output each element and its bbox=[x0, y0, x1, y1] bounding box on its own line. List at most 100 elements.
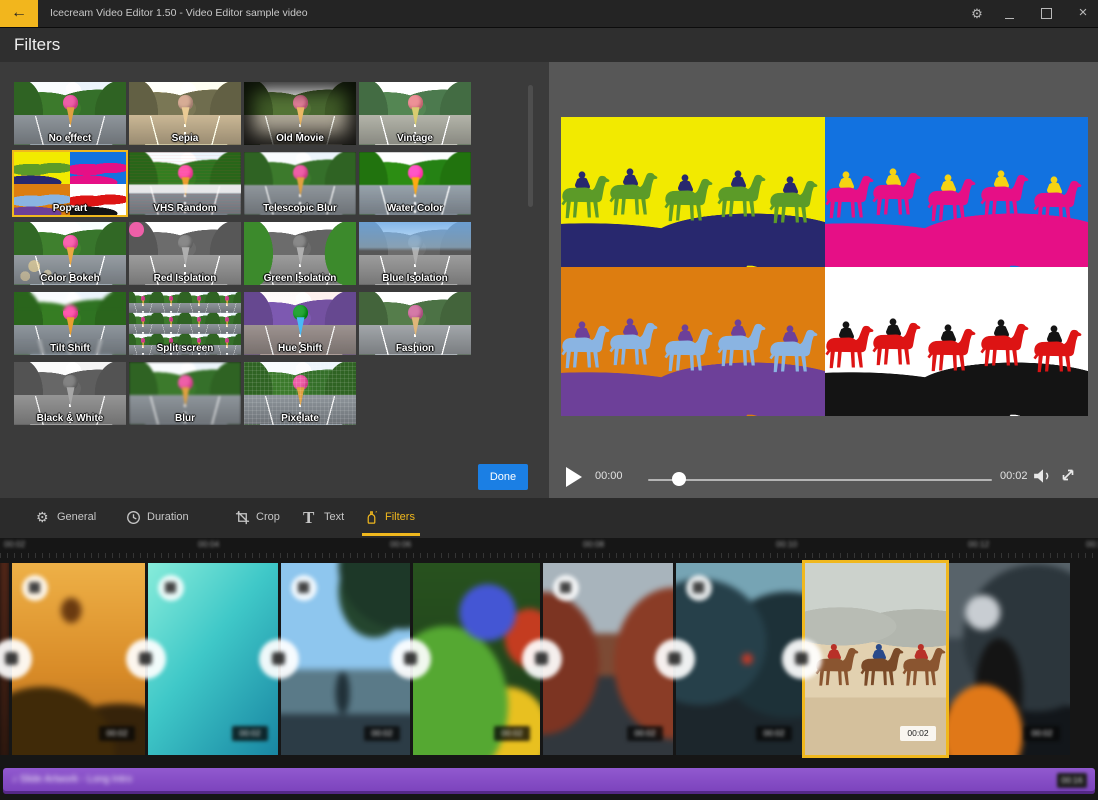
tab-label: Duration bbox=[147, 511, 189, 523]
filter-thumb-telescopic[interactable]: Telescopic Blur bbox=[244, 152, 356, 215]
clip-filter-badge[interactable] bbox=[291, 575, 317, 601]
badge-glyph bbox=[165, 582, 176, 593]
icecream-cone bbox=[198, 300, 200, 306]
clip-filter-badge[interactable] bbox=[553, 575, 579, 601]
minimize-button[interactable] bbox=[1000, 5, 1018, 22]
seek-knob[interactable] bbox=[672, 472, 686, 486]
icecream-cone bbox=[411, 107, 420, 126]
transition-glyph bbox=[5, 652, 18, 665]
filter-thumb-fashion[interactable]: Fashion bbox=[359, 292, 471, 355]
back-button[interactable]: ← bbox=[0, 0, 38, 27]
filter-thumb-vhs[interactable]: VHS Random bbox=[129, 152, 241, 215]
active-tab-underline bbox=[362, 533, 420, 536]
timeline-clip-monk[interactable]: 00:02 bbox=[949, 563, 1070, 755]
filter-label: Tilt Shift bbox=[14, 343, 126, 354]
tab-label: Filters bbox=[385, 511, 415, 523]
filter-thumb-blur[interactable]: Blur bbox=[129, 362, 241, 425]
maximize-button[interactable] bbox=[1037, 5, 1055, 22]
red-isolation-accent bbox=[129, 222, 144, 237]
scrollbar-thumb[interactable] bbox=[528, 85, 533, 207]
badge-glyph bbox=[298, 582, 309, 593]
app-window: ← Icecream Video Editor 1.50 - Video Edi… bbox=[0, 0, 1098, 800]
split-cell bbox=[213, 313, 241, 334]
split-cell bbox=[129, 313, 157, 334]
timeline-clip-canyon-road[interactable]: 00:02 bbox=[543, 563, 673, 755]
clip-duration-badge: 00:02 bbox=[232, 726, 268, 741]
tilt-blur-top bbox=[14, 292, 126, 311]
filter-thumb-bw[interactable]: Black & White bbox=[14, 362, 126, 425]
filter-thumb-vintage[interactable]: Vintage bbox=[359, 82, 471, 145]
clip-duration-badge: 00:02 bbox=[364, 726, 400, 741]
tab-duration[interactable]: Duration bbox=[126, 506, 189, 528]
transition-button[interactable] bbox=[391, 639, 431, 679]
icecream-cone bbox=[181, 247, 190, 266]
transition-button[interactable] bbox=[782, 639, 822, 679]
filter-thumb-tilt[interactable]: Tilt Shift bbox=[14, 292, 126, 355]
tab-crop[interactable]: Crop bbox=[235, 506, 280, 528]
settings-gear-icon[interactable]: ⚙ bbox=[968, 5, 986, 22]
clip-duration-badge: 00:02 bbox=[1024, 726, 1060, 741]
clip-filter-badge[interactable] bbox=[22, 575, 48, 601]
fullscreen-icon[interactable] bbox=[1059, 466, 1077, 484]
volume-icon[interactable] bbox=[1033, 468, 1053, 484]
filter-label: Split screen bbox=[129, 343, 241, 354]
tab-label: Crop bbox=[256, 511, 280, 523]
filter-thumb-blue[interactable]: Blue Isolation bbox=[359, 222, 471, 285]
icecream-cone bbox=[170, 321, 172, 327]
close-button[interactable]: × bbox=[1074, 5, 1092, 22]
camel-silhouette bbox=[1025, 308, 1088, 389]
tab-filters[interactable]: Filters bbox=[364, 506, 415, 528]
transition-button[interactable] bbox=[126, 639, 166, 679]
filter-label: Color Bokeh bbox=[14, 273, 126, 284]
camel-silhouette bbox=[1025, 159, 1088, 240]
filter-label: Old Movie bbox=[244, 133, 356, 144]
transition-glyph bbox=[272, 652, 285, 665]
filter-thumb-split[interactable]: Split screen bbox=[129, 292, 241, 355]
ruler-time-label: 00:08 bbox=[583, 539, 604, 549]
title-bar: ← Icecream Video Editor 1.50 - Video Edi… bbox=[0, 0, 1098, 28]
tab-text[interactable]: TText bbox=[303, 506, 344, 528]
filter-thumb-oldmovie[interactable]: Old Movie bbox=[244, 82, 356, 145]
filter-scene bbox=[157, 292, 185, 313]
icecream-cone bbox=[181, 387, 190, 406]
transition-button[interactable] bbox=[259, 639, 299, 679]
filter-thumb-bokeh[interactable]: Color Bokeh bbox=[14, 222, 126, 285]
filter-thumb-none[interactable]: No effect bbox=[14, 82, 126, 145]
icecream-cone bbox=[66, 387, 75, 406]
ruler-time-label: 00:14 bbox=[1086, 539, 1098, 549]
play-button[interactable] bbox=[566, 467, 582, 487]
popart-cell bbox=[70, 152, 126, 184]
seek-slider[interactable] bbox=[648, 479, 992, 481]
icecream-cone bbox=[296, 177, 305, 196]
clip-filter-badge[interactable] bbox=[686, 575, 712, 601]
tab-label: Text bbox=[324, 511, 344, 523]
done-button[interactable]: Done bbox=[478, 464, 528, 490]
filter-thumb-water[interactable]: Water Color bbox=[359, 152, 471, 215]
icecream-cone bbox=[142, 300, 144, 306]
timeline-ruler[interactable]: 00:0200:0400:0600:0800:1000:1200:14 bbox=[0, 538, 1098, 558]
filter-thumb-popart[interactable]: Pop art bbox=[14, 152, 126, 215]
clip-filter-badge[interactable] bbox=[158, 575, 184, 601]
filter-label: Sepia bbox=[129, 133, 241, 144]
camel-silhouette bbox=[601, 301, 664, 382]
icecream-cone bbox=[411, 177, 420, 196]
filter-thumb-green[interactable]: Green Isolation bbox=[244, 222, 356, 285]
clip-duration-badge: 00:02 bbox=[99, 726, 135, 741]
camel-silhouette bbox=[601, 151, 664, 232]
transition-button[interactable] bbox=[522, 639, 562, 679]
icecream-cone bbox=[142, 321, 144, 327]
transition-button[interactable] bbox=[655, 639, 695, 679]
filter-label: Blue Isolation bbox=[359, 273, 471, 284]
timeline-clip-parrot[interactable]: 00:02 bbox=[413, 563, 540, 755]
heading-band: Filters bbox=[0, 28, 1098, 62]
filter-thumb-hue[interactable]: Hue Shift bbox=[244, 292, 356, 355]
timeline-clip-camels[interactable]: 00:02 bbox=[805, 563, 946, 755]
filter-label: No effect bbox=[14, 133, 126, 144]
filter-thumb-red[interactable]: Red Isolation bbox=[129, 222, 241, 285]
tab-general[interactable]: ⚙General bbox=[36, 506, 96, 528]
filter-thumb-pixelate[interactable]: Pixelate bbox=[244, 362, 356, 425]
filter-thumb-sepia[interactable]: Sepia bbox=[129, 82, 241, 145]
icecream-cone bbox=[170, 300, 172, 306]
filter-scene bbox=[185, 292, 213, 313]
audio-track[interactable]: ♪ Slide Artwork - Long Intro 00:16 bbox=[3, 768, 1095, 794]
